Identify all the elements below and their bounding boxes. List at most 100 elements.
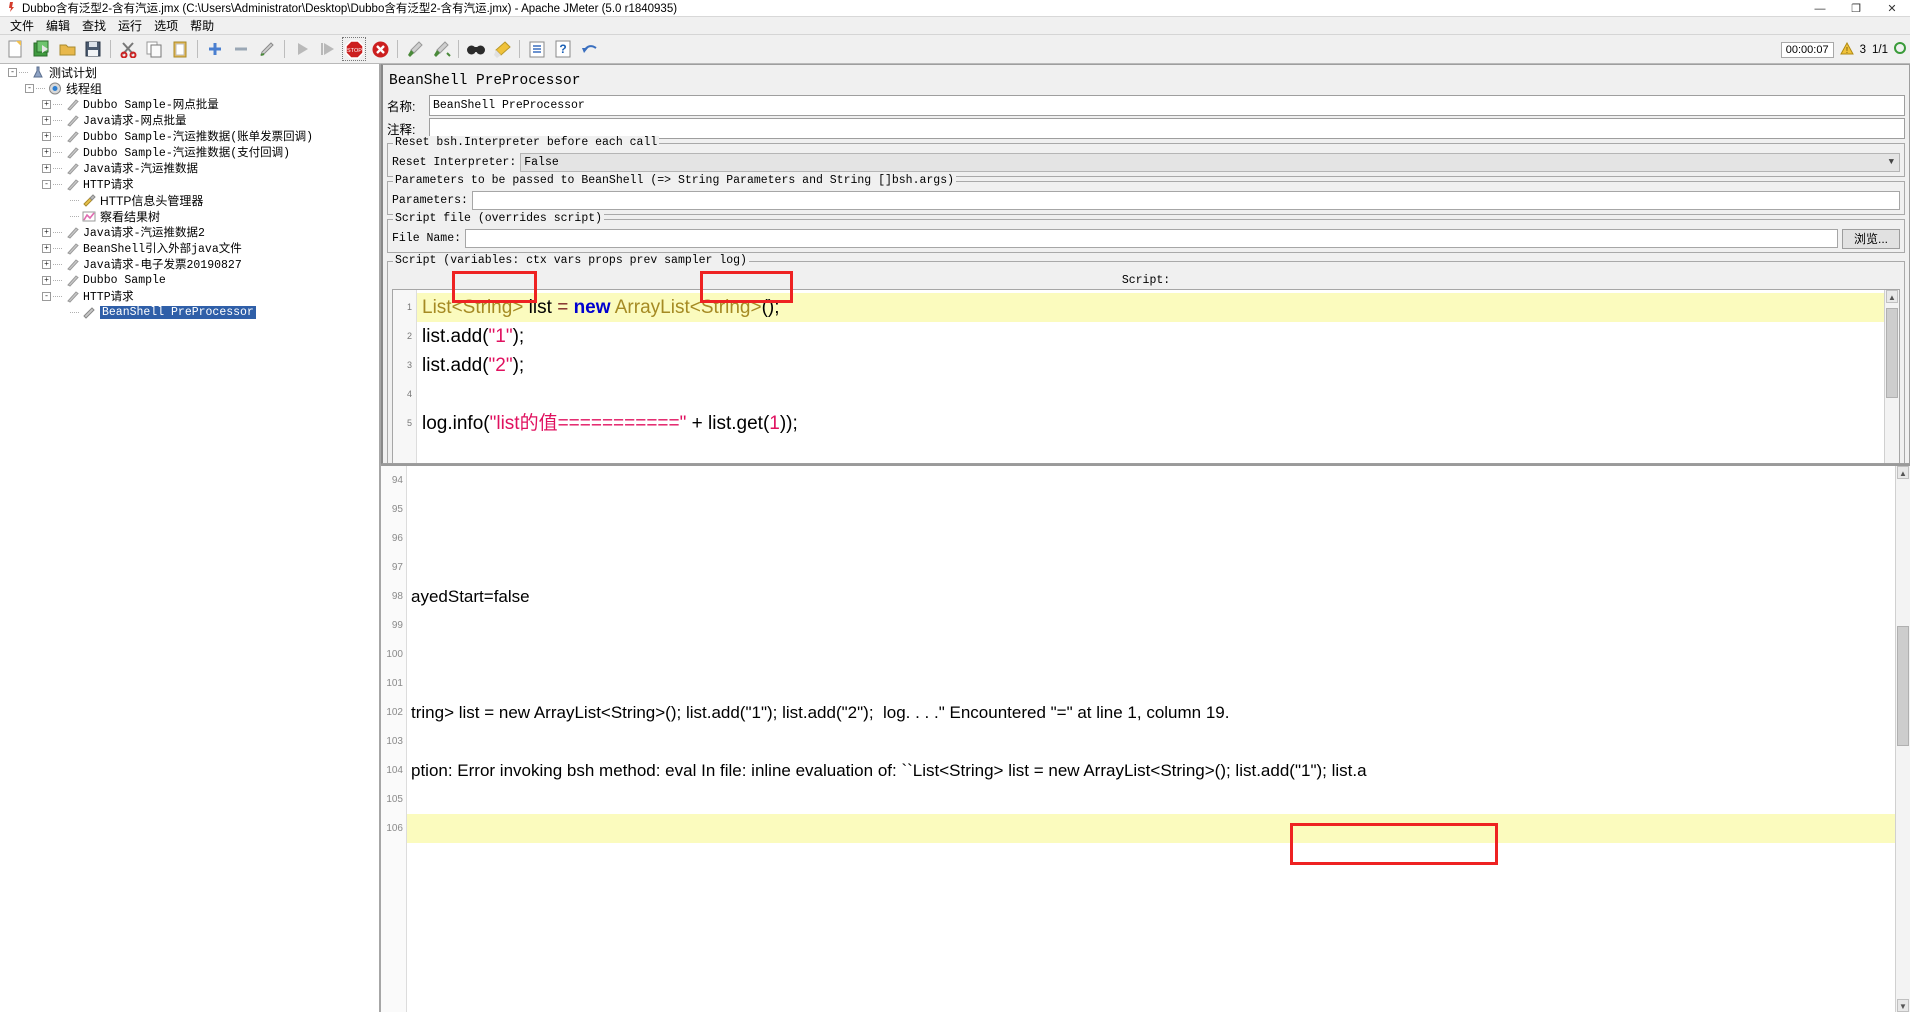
shutdown-x-icon[interactable] <box>369 38 391 60</box>
tree-collapse-toggle[interactable]: - <box>42 179 51 189</box>
menu-file[interactable]: 文件 <box>4 16 40 35</box>
code-line[interactable] <box>417 380 1899 409</box>
tree-node-dubbo-sample-zhifu[interactable]: + Dubbo Sample-汽运推数据(支付回调) <box>0 144 378 160</box>
stop-sign-icon[interactable]: STOP <box>342 37 366 61</box>
tree-expand-toggle[interactable]: + <box>42 259 51 269</box>
play-no-pauses-icon[interactable] <box>317 38 339 60</box>
code-line[interactable]: log.info("list的值===========" + list.get(… <box>417 409 1899 438</box>
tree-node-view-results-tree[interactable]: 察看结果树 <box>0 208 378 224</box>
tree-expand-toggle[interactable]: + <box>42 227 51 237</box>
tree-node-java-wangdian[interactable]: + Java请求-网点批量 <box>0 112 378 128</box>
tree-expand-toggle[interactable]: + <box>42 115 51 125</box>
tree-connector <box>53 151 62 153</box>
scroll-up-arrow-icon[interactable]: ▲ <box>1886 290 1898 303</box>
view-results-tree-icon <box>81 209 97 223</box>
tree-node-beanshell-preprocessor[interactable]: BeanShell PreProcessor <box>0 304 378 320</box>
tree-node-dubbo-sample-wangdian[interactable]: + Dubbo Sample-网点批量 <box>0 96 378 112</box>
menu-help[interactable]: 帮助 <box>184 16 220 35</box>
code-line[interactable]: list.add("1"); <box>417 322 1899 351</box>
broom-all-icon[interactable] <box>430 38 452 60</box>
tree-expand-toggle[interactable]: + <box>42 163 51 173</box>
tree-collapse-toggle[interactable]: - <box>42 291 51 301</box>
menu-options[interactable]: 选项 <box>148 16 184 35</box>
code-area[interactable]: List<String> list = new ArrayList<String… <box>417 290 1899 463</box>
minimize-button[interactable]: — <box>1802 0 1838 17</box>
code-line[interactable]: List<String> list = new ArrayList<String… <box>417 293 1899 322</box>
menu-run[interactable]: 运行 <box>112 16 148 35</box>
question-help-icon[interactable]: ? <box>552 38 574 60</box>
close-button[interactable]: ✕ <box>1874 0 1910 17</box>
tree-expand-toggle[interactable]: + <box>42 243 51 253</box>
maximize-button[interactable]: ❐ <box>1838 0 1874 17</box>
browse-button[interactable]: 浏览... <box>1842 228 1900 249</box>
warning-triangle-icon[interactable]: ! <box>1839 41 1854 58</box>
toggle-pencil-icon[interactable] <box>256 38 278 60</box>
log-body[interactable]: ayedStart=false tring> list = new ArrayLi… <box>407 466 1910 1012</box>
right-pane: BeanShell PreProcessor 名称: BeanShell Pre… <box>379 64 1910 1012</box>
tree-node-thread-group[interactable]: - 线程组 <box>0 80 378 96</box>
tree-connector <box>36 87 45 89</box>
tree-node-dubbo-sample-zhangdan[interactable]: + Dubbo Sample-汽运推数据(账单发票回调) <box>0 128 378 144</box>
tree-node-http-request-1[interactable]: - HTTP请求 <box>0 176 378 192</box>
code-line-number: 1 <box>406 302 412 312</box>
clipboard-icon[interactable] <box>169 38 191 60</box>
code-vertical-scrollbar[interactable]: ▲ ▼ <box>1884 290 1899 463</box>
log-vertical-scrollbar[interactable]: ▲ ▼ <box>1895 466 1910 1012</box>
copy-icon[interactable] <box>143 38 165 60</box>
menu-search[interactable]: 查找 <box>76 16 112 35</box>
tree-expand-toggle[interactable]: + <box>42 99 51 109</box>
log-console[interactable]: 94 95 96 97 98 99 100 101 102 103 104 105 106 ayedSt… <box>381 464 1910 1012</box>
parameters-label: Parameters: <box>392 194 468 207</box>
tree-node-beanshell-external[interactable]: + BeanShell引入外部java文件 <box>0 240 378 256</box>
sampler-icon <box>64 273 80 287</box>
parameters-input[interactable] <box>471 191 1900 210</box>
tree-node-java-qiyun-2[interactable]: + Java请求-汽运推数据2 <box>0 224 378 240</box>
log-scroll-down-arrow-icon[interactable]: ▼ <box>1897 999 1909 1012</box>
log-scroll-thumb[interactable] <box>1897 626 1909 746</box>
test-plan-tree[interactable]: - 测试计划 - 线程组 + Dubbo Sample-网点批量 + Java请求-网点批量 +… <box>0 64 379 1012</box>
log-scroll-up-arrow-icon[interactable]: ▲ <box>1897 466 1909 479</box>
reset-interpreter-select[interactable]: False ▼ <box>520 153 1900 172</box>
tree-node-dubbo-sample-wangdian-label: Dubbo Sample-网点批量 <box>83 99 219 112</box>
window-controls[interactable]: — ❐ ✕ <box>1802 0 1910 17</box>
tree-connector <box>70 215 79 217</box>
tree-node-test-plan[interactable]: - 测试计划 <box>0 64 378 80</box>
tree-node-java-fapiao[interactable]: + Java请求-电子发票20190827 <box>0 256 378 272</box>
templates-icon[interactable] <box>30 38 52 60</box>
script-code-editor[interactable]: 12345 List<String> list = new ArrayList<… <box>392 289 1900 463</box>
tree-node-java-qiyun[interactable]: + Java请求-汽运推数据 <box>0 160 378 176</box>
tree-collapse-toggle[interactable]: - <box>25 83 34 93</box>
menu-edit[interactable]: 编辑 <box>40 16 76 35</box>
code-token: list <box>523 297 558 318</box>
new-document-icon[interactable] <box>4 38 26 60</box>
code-scroll-thumb[interactable] <box>1886 308 1898 398</box>
minus-icon[interactable] <box>230 38 252 60</box>
tree-node-header-manager[interactable]: HTTP信息头管理器 <box>0 192 378 208</box>
tree-expand-toggle[interactable]: + <box>42 275 51 285</box>
tree-node-dubbo-sample[interactable]: + Dubbo Sample <box>0 272 378 288</box>
sampler-icon <box>64 177 80 191</box>
tree-expand-toggle[interactable]: + <box>42 131 51 141</box>
save-disk-icon[interactable] <box>82 38 104 60</box>
menu-bar: 文件 编辑 查找 运行 选项 帮助 <box>0 17 1910 35</box>
function-list-icon[interactable] <box>526 38 548 60</box>
broom-icon[interactable] <box>404 38 426 60</box>
tree-collapse-toggle[interactable]: - <box>8 67 17 77</box>
name-input[interactable]: BeanShell PreProcessor <box>429 95 1905 116</box>
file-name-input[interactable] <box>465 229 1838 248</box>
clear-search-icon[interactable] <box>491 38 513 60</box>
tree-connector <box>19 71 28 73</box>
code-line[interactable]: list.add("2"); <box>417 351 1899 380</box>
scissors-icon[interactable] <box>117 38 139 60</box>
undo-arrow-icon[interactable] <box>578 38 600 60</box>
tree-node-http-request-2[interactable]: - HTTP请求 <box>0 288 378 304</box>
play-icon[interactable] <box>291 38 313 60</box>
chevron-down-icon[interactable]: ▼ <box>1889 157 1894 167</box>
binoculars-icon[interactable] <box>465 38 487 60</box>
plus-icon[interactable] <box>204 38 226 60</box>
open-folder-icon[interactable] <box>56 38 78 60</box>
thread-count: 1/1 <box>1872 43 1888 56</box>
log-line-number: 102 <box>386 707 403 718</box>
tree-expand-toggle[interactable]: + <box>42 147 51 157</box>
